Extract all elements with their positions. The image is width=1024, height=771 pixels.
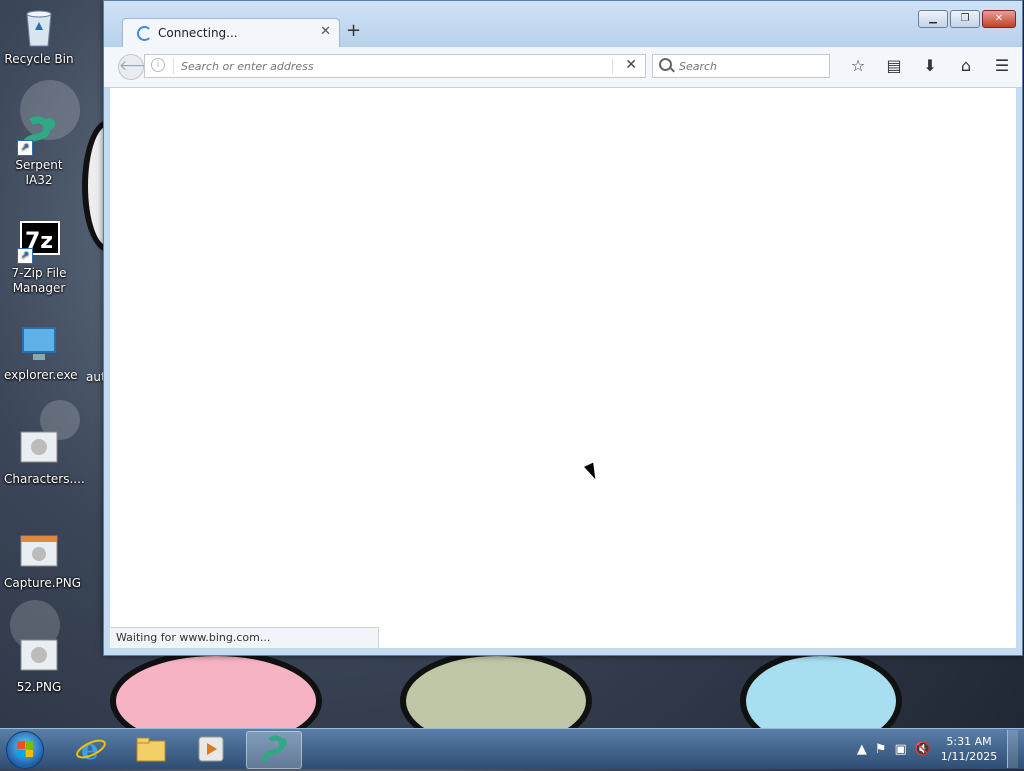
browser-window: Connecting... ✕ + ▁ ❐ ✕ 🡐 i ✕ ☆ ▤ ⬇ ⌂ ☰ — [103, 0, 1023, 656]
back-button[interactable]: 🡐 — [118, 54, 157, 80]
desktop-icon-label: 7-Zip File Manager — [11, 266, 67, 295]
separator — [173, 58, 174, 74]
desktop-icon-serpent[interactable]: ↗ Serpent IA32 — [4, 112, 74, 188]
minimize-button[interactable]: ▁ — [918, 10, 948, 28]
shortcut-arrow-icon: ↗ — [17, 140, 33, 156]
search-icon — [659, 58, 672, 71]
close-window-button[interactable]: ✕ — [982, 10, 1016, 28]
network-icon[interactable]: ▣ — [895, 742, 907, 757]
action-center-flag-icon[interactable]: ⚑ — [875, 742, 887, 757]
serpent-icon — [261, 735, 287, 763]
taskbar-internet-explorer[interactable]: e — [64, 731, 118, 767]
desktop-icon-label: Capture.PNG — [4, 576, 82, 590]
stop-loading-icon[interactable]: ✕ — [625, 57, 637, 73]
image-file-icon — [17, 426, 61, 470]
clock[interactable]: 5:31 AM 1/11/2025 — [939, 734, 999, 764]
taskbar-serpent[interactable] — [246, 731, 302, 769]
status-bar: Waiting for www.bing.com... — [110, 627, 379, 648]
clock-time: 5:31 AM — [946, 735, 992, 748]
tab-close-icon[interactable]: ✕ — [320, 24, 331, 39]
info-icon[interactable]: i — [151, 58, 165, 72]
window-controls: ▁ ❐ ✕ — [918, 10, 1016, 28]
volume-muted-icon[interactable]: 🔇 — [915, 742, 931, 757]
restore-button[interactable]: ❐ — [950, 10, 980, 28]
folder-icon — [136, 737, 166, 762]
search-input[interactable] — [677, 57, 821, 75]
menu-icon[interactable]: ☰ — [990, 55, 1014, 77]
image-file-icon — [17, 634, 61, 678]
show-hidden-icons-icon[interactable]: ▲ — [857, 742, 867, 757]
toolbar-buttons: ☆ ▤ ⬇ ⌂ ☰ — [846, 55, 1014, 77]
address-bar: i ✕ — [144, 54, 646, 78]
new-tab-button[interactable]: + — [346, 20, 361, 41]
desktop-icon-label: Recycle Bin — [4, 52, 74, 66]
tab-title: Connecting... — [158, 26, 238, 40]
show-desktop-button[interactable] — [1007, 730, 1018, 768]
tab-connecting[interactable]: Connecting... ✕ — [122, 18, 340, 48]
internet-explorer-icon: e — [76, 733, 106, 766]
desktop-icon-explorer-exe[interactable]: explorer.exe — [4, 322, 78, 383]
desktop-icon-characters[interactable]: Characters.... — [4, 426, 85, 487]
image-file-icon — [17, 530, 61, 574]
desktop-icon-label: explorer.exe — [4, 368, 78, 382]
system-tray: ▲ ⚑ ▣ 🔇 5:31 AM 1/11/2025 — [857, 729, 1024, 769]
desktop-icon-label: 52.PNG — [16, 680, 62, 694]
desktop-icon-label: Characters.... — [4, 472, 85, 486]
taskbar-media-player[interactable] — [184, 731, 238, 767]
serpent-icon: ↗ — [17, 112, 61, 156]
taskbar: e ▲ ⚑ ▣ 🔇 5:31 AM 1/11/2025 — [0, 728, 1024, 769]
reading-list-icon[interactable]: ▤ — [882, 55, 906, 77]
separator — [612, 58, 613, 74]
shortcut-arrow-icon: ↗ — [17, 248, 33, 264]
desktop-icon-capture-png[interactable]: Capture.PNG — [4, 530, 82, 591]
7zip-icon: 7z ↗ — [17, 220, 61, 264]
start-button[interactable] — [6, 731, 44, 769]
recycle-bin-icon — [17, 6, 61, 50]
search-bar — [652, 54, 830, 78]
title-bar: Connecting... ✕ + ▁ ❐ ✕ — [104, 1, 1022, 48]
desktop-icon-7zip[interactable]: 7z ↗ 7-Zip File Manager — [4, 220, 74, 296]
computer-icon — [17, 322, 61, 366]
windows-logo-icon — [17, 741, 33, 757]
taskbar-file-explorer[interactable] — [124, 731, 178, 767]
desktop-icon-52-png[interactable]: 52.PNG — [4, 634, 74, 695]
clock-date: 1/11/2025 — [940, 750, 998, 763]
home-icon[interactable]: ⌂ — [954, 55, 978, 77]
download-icon[interactable]: ⬇ — [918, 55, 942, 77]
page-content[interactable]: Waiting for www.bing.com... — [110, 88, 1016, 648]
desktop-icon-label: Serpent IA32 — [15, 158, 63, 187]
address-input[interactable] — [179, 57, 603, 75]
bookmark-star-icon[interactable]: ☆ — [846, 55, 870, 77]
svg-text:e: e — [81, 733, 99, 766]
navigation-toolbar: 🡐 i ✕ ☆ ▤ ⬇ ⌂ ☰ — [104, 47, 1022, 88]
loading-spinner-icon — [137, 26, 152, 41]
media-player-icon — [198, 736, 224, 762]
desktop-icon-recycle-bin[interactable]: Recycle Bin — [4, 6, 74, 67]
